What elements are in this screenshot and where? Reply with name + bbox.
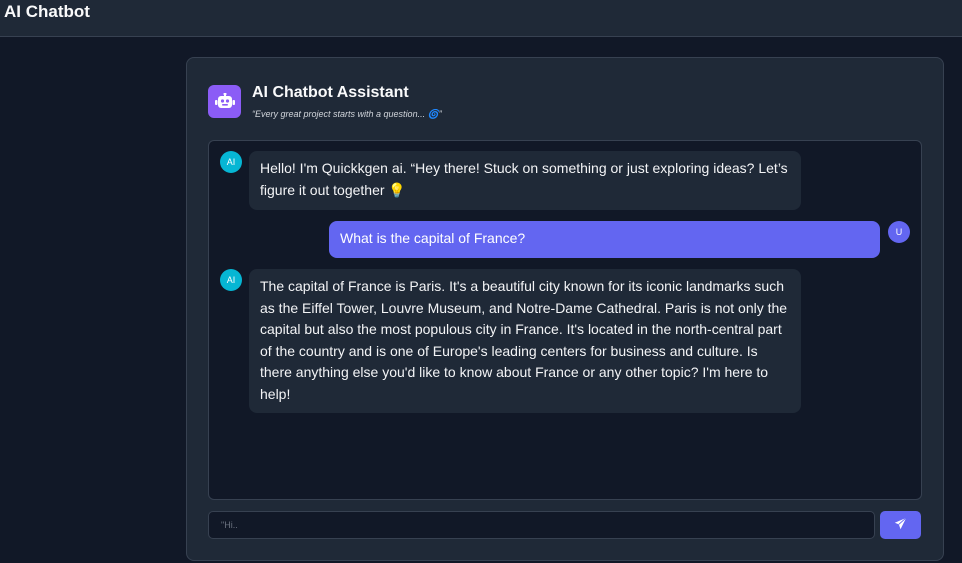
ai-avatar: AI: [220, 151, 242, 173]
message-list[interactable]: AI Hello! I'm Quickkgen ai. “Hey there! …: [208, 140, 922, 500]
chat-header-title: AI Chatbot Assistant: [252, 84, 409, 101]
ai-avatar: AI: [220, 269, 242, 291]
send-icon: [894, 517, 907, 533]
ai-message: The capital of France is Paris. It's a b…: [249, 269, 801, 413]
chat-header-subtitle: “Every great project starts with a quest…: [252, 109, 442, 119]
top-bar: AI Chatbot: [0, 0, 962, 37]
app-title: AI Chatbot: [4, 2, 90, 21]
ai-message: Hello! I'm Quickkgen ai. “Hey there! Stu…: [249, 151, 801, 210]
send-button[interactable]: [880, 511, 921, 539]
chat-panel: AI Chatbot Assistant “Every great projec…: [186, 57, 944, 561]
user-message: What is the capital of France?: [329, 221, 880, 258]
message-input[interactable]: [208, 511, 875, 539]
user-avatar: U: [888, 221, 910, 243]
robot-icon: [208, 85, 241, 118]
